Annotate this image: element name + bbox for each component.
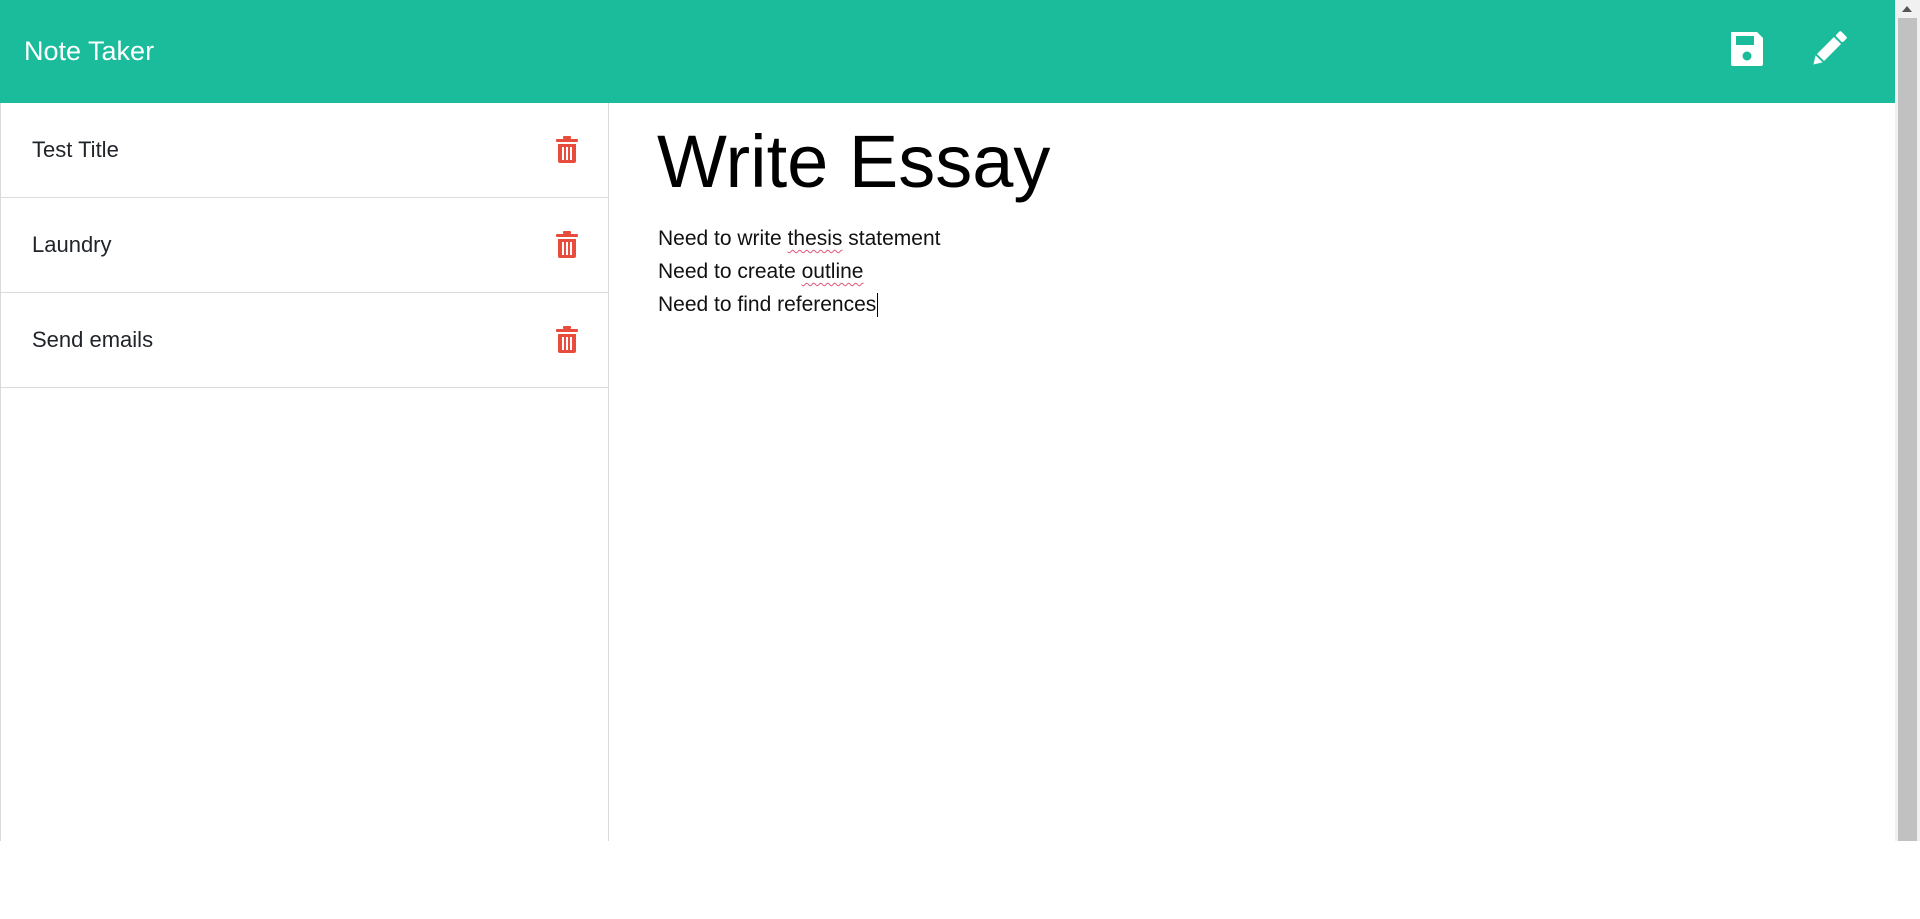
save-icon[interactable]	[1727, 28, 1767, 70]
note-text-area[interactable]: Need to write thesis statement Need to c…	[658, 222, 940, 321]
trash-icon[interactable]	[555, 326, 579, 354]
trash-icon[interactable]	[555, 136, 579, 164]
note-text: statement	[842, 227, 941, 250]
note-text-line: Need to create outline	[658, 255, 940, 288]
note-item-title[interactable]: Send emails	[32, 327, 153, 353]
note-list: Test Title Laundry Send emails	[1, 103, 608, 388]
misspelled-word: thesis	[787, 227, 843, 250]
note-text-line: Need to write thesis statement	[658, 222, 940, 255]
note-list-panel: Test Title Laundry Send emails	[0, 103, 609, 841]
pencil-icon[interactable]	[1809, 28, 1849, 70]
navbar: Note Taker	[0, 0, 1895, 103]
note-title-input[interactable]	[657, 119, 1857, 204]
scroll-thumb[interactable]	[1898, 18, 1917, 841]
note-list-item[interactable]: Send emails	[1, 293, 608, 388]
note-item-title[interactable]: Laundry	[32, 232, 112, 258]
text-cursor	[877, 293, 879, 318]
misspelled-word: outline	[801, 260, 864, 283]
scroll-up-arrow-icon[interactable]	[1902, 6, 1912, 12]
note-editor: Need to write thesis statement Need to c…	[610, 103, 1895, 841]
trash-icon[interactable]	[555, 231, 579, 259]
note-text: Need to create	[658, 260, 802, 283]
vertical-scrollbar[interactable]	[1895, 0, 1920, 841]
note-text-line: Need to find references	[658, 288, 940, 321]
note-text: Need to find references	[658, 293, 877, 316]
note-list-item[interactable]: Test Title	[1, 103, 608, 198]
note-list-item[interactable]: Laundry	[1, 198, 608, 293]
note-item-title[interactable]: Test Title	[32, 137, 119, 163]
note-text: Need to write	[658, 227, 788, 250]
app-title[interactable]: Note Taker	[24, 36, 154, 67]
